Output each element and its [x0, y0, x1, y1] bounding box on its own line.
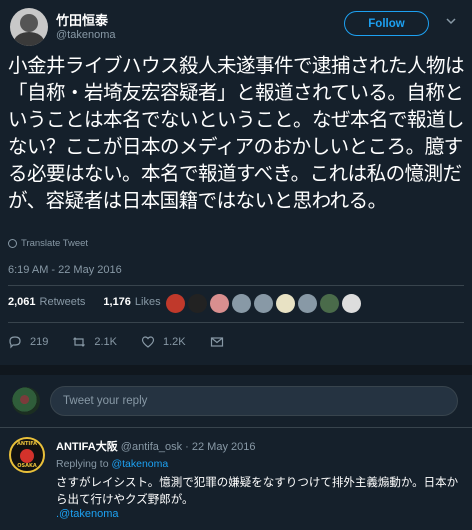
reply-header: ANTIFA大阪 @antifa_osk · 22 May 2016: [56, 438, 256, 454]
tweet-actions: 219 2.1K 1.2K: [8, 335, 248, 349]
reply-button[interactable]: 219: [8, 335, 48, 349]
reply-icon: [9, 336, 21, 349]
replying-to-label: Replying to: [56, 458, 109, 470]
envelope-icon: [210, 337, 223, 347]
divider: [8, 285, 464, 286]
replying-to: Replying to @takenoma: [56, 458, 168, 470]
liker-avatar[interactable]: [166, 294, 185, 313]
divider: [8, 322, 464, 323]
likes-label[interactable]: Likes: [135, 296, 161, 308]
tweet-stats: 2,061 Retweets 1,176 Likes: [8, 296, 161, 308]
current-user-avatar[interactable]: [12, 387, 40, 415]
reply-author-handle[interactable]: @antifa_osk: [121, 441, 182, 453]
like-count: 1.2K: [163, 336, 186, 348]
reply-author-avatar[interactable]: ANTIFA OSAKA: [9, 437, 45, 473]
author-avatar[interactable]: [10, 8, 48, 46]
like-button[interactable]: 1.2K: [141, 335, 186, 349]
liker-avatar[interactable]: [276, 294, 295, 313]
retweets-label[interactable]: Retweets: [40, 296, 86, 308]
retweets-count[interactable]: 2,061: [8, 296, 36, 308]
direct-message-button[interactable]: [210, 335, 224, 349]
heart-icon: [141, 336, 155, 348]
reply-mention-link[interactable]: .@takenoma: [56, 508, 119, 520]
reply-date[interactable]: · 22 May 2016: [185, 441, 255, 453]
liker-avatars: [166, 294, 361, 313]
reply-author-name[interactable]: ANTIFA大阪: [56, 441, 118, 453]
avatar-text-bottom: OSAKA: [17, 463, 37, 469]
divider: [0, 427, 472, 428]
liker-avatar[interactable]: [320, 294, 339, 313]
section-separator: [0, 365, 472, 375]
likes-count[interactable]: 1,176: [103, 296, 131, 308]
reply-text: さすがレイシスト。憶測で犯罪の嫌疑をなすりつけて排外主義煽動か。日本から出て行け…: [56, 475, 459, 506]
retweet-button[interactable]: 2.1K: [72, 335, 117, 349]
avatar-text-top: ANTIFA: [16, 441, 38, 447]
tweet-timestamp[interactable]: 6:19 AM - 22 May 2016: [8, 264, 122, 276]
liker-avatar[interactable]: [232, 294, 251, 313]
reply-count: 219: [30, 336, 49, 348]
author-name[interactable]: 竹田恒泰: [56, 10, 108, 29]
translate-label: Translate Tweet: [21, 238, 89, 249]
liker-avatar[interactable]: [342, 294, 361, 313]
translate-tweet-link[interactable]: Translate Tweet: [8, 238, 88, 249]
replying-to-link[interactable]: @takenoma: [111, 458, 168, 470]
tweet-text: 小金井ライブハウス殺人未遂事件で逮捕された人物は「自称・岩埼友宏容疑者」と報道さ…: [8, 54, 465, 212]
author-handle[interactable]: @takenoma: [56, 29, 115, 41]
liker-avatar[interactable]: [254, 294, 273, 313]
liker-avatar[interactable]: [210, 294, 229, 313]
globe-icon: [8, 239, 17, 248]
retweet-icon: [73, 337, 86, 347]
reply-input[interactable]: Tweet your reply: [50, 386, 458, 416]
chevron-down-icon[interactable]: [444, 14, 458, 28]
retweet-count: 2.1K: [94, 336, 117, 348]
liker-avatar[interactable]: [298, 294, 317, 313]
liker-avatar[interactable]: [188, 294, 207, 313]
follow-button[interactable]: Follow: [344, 11, 429, 36]
